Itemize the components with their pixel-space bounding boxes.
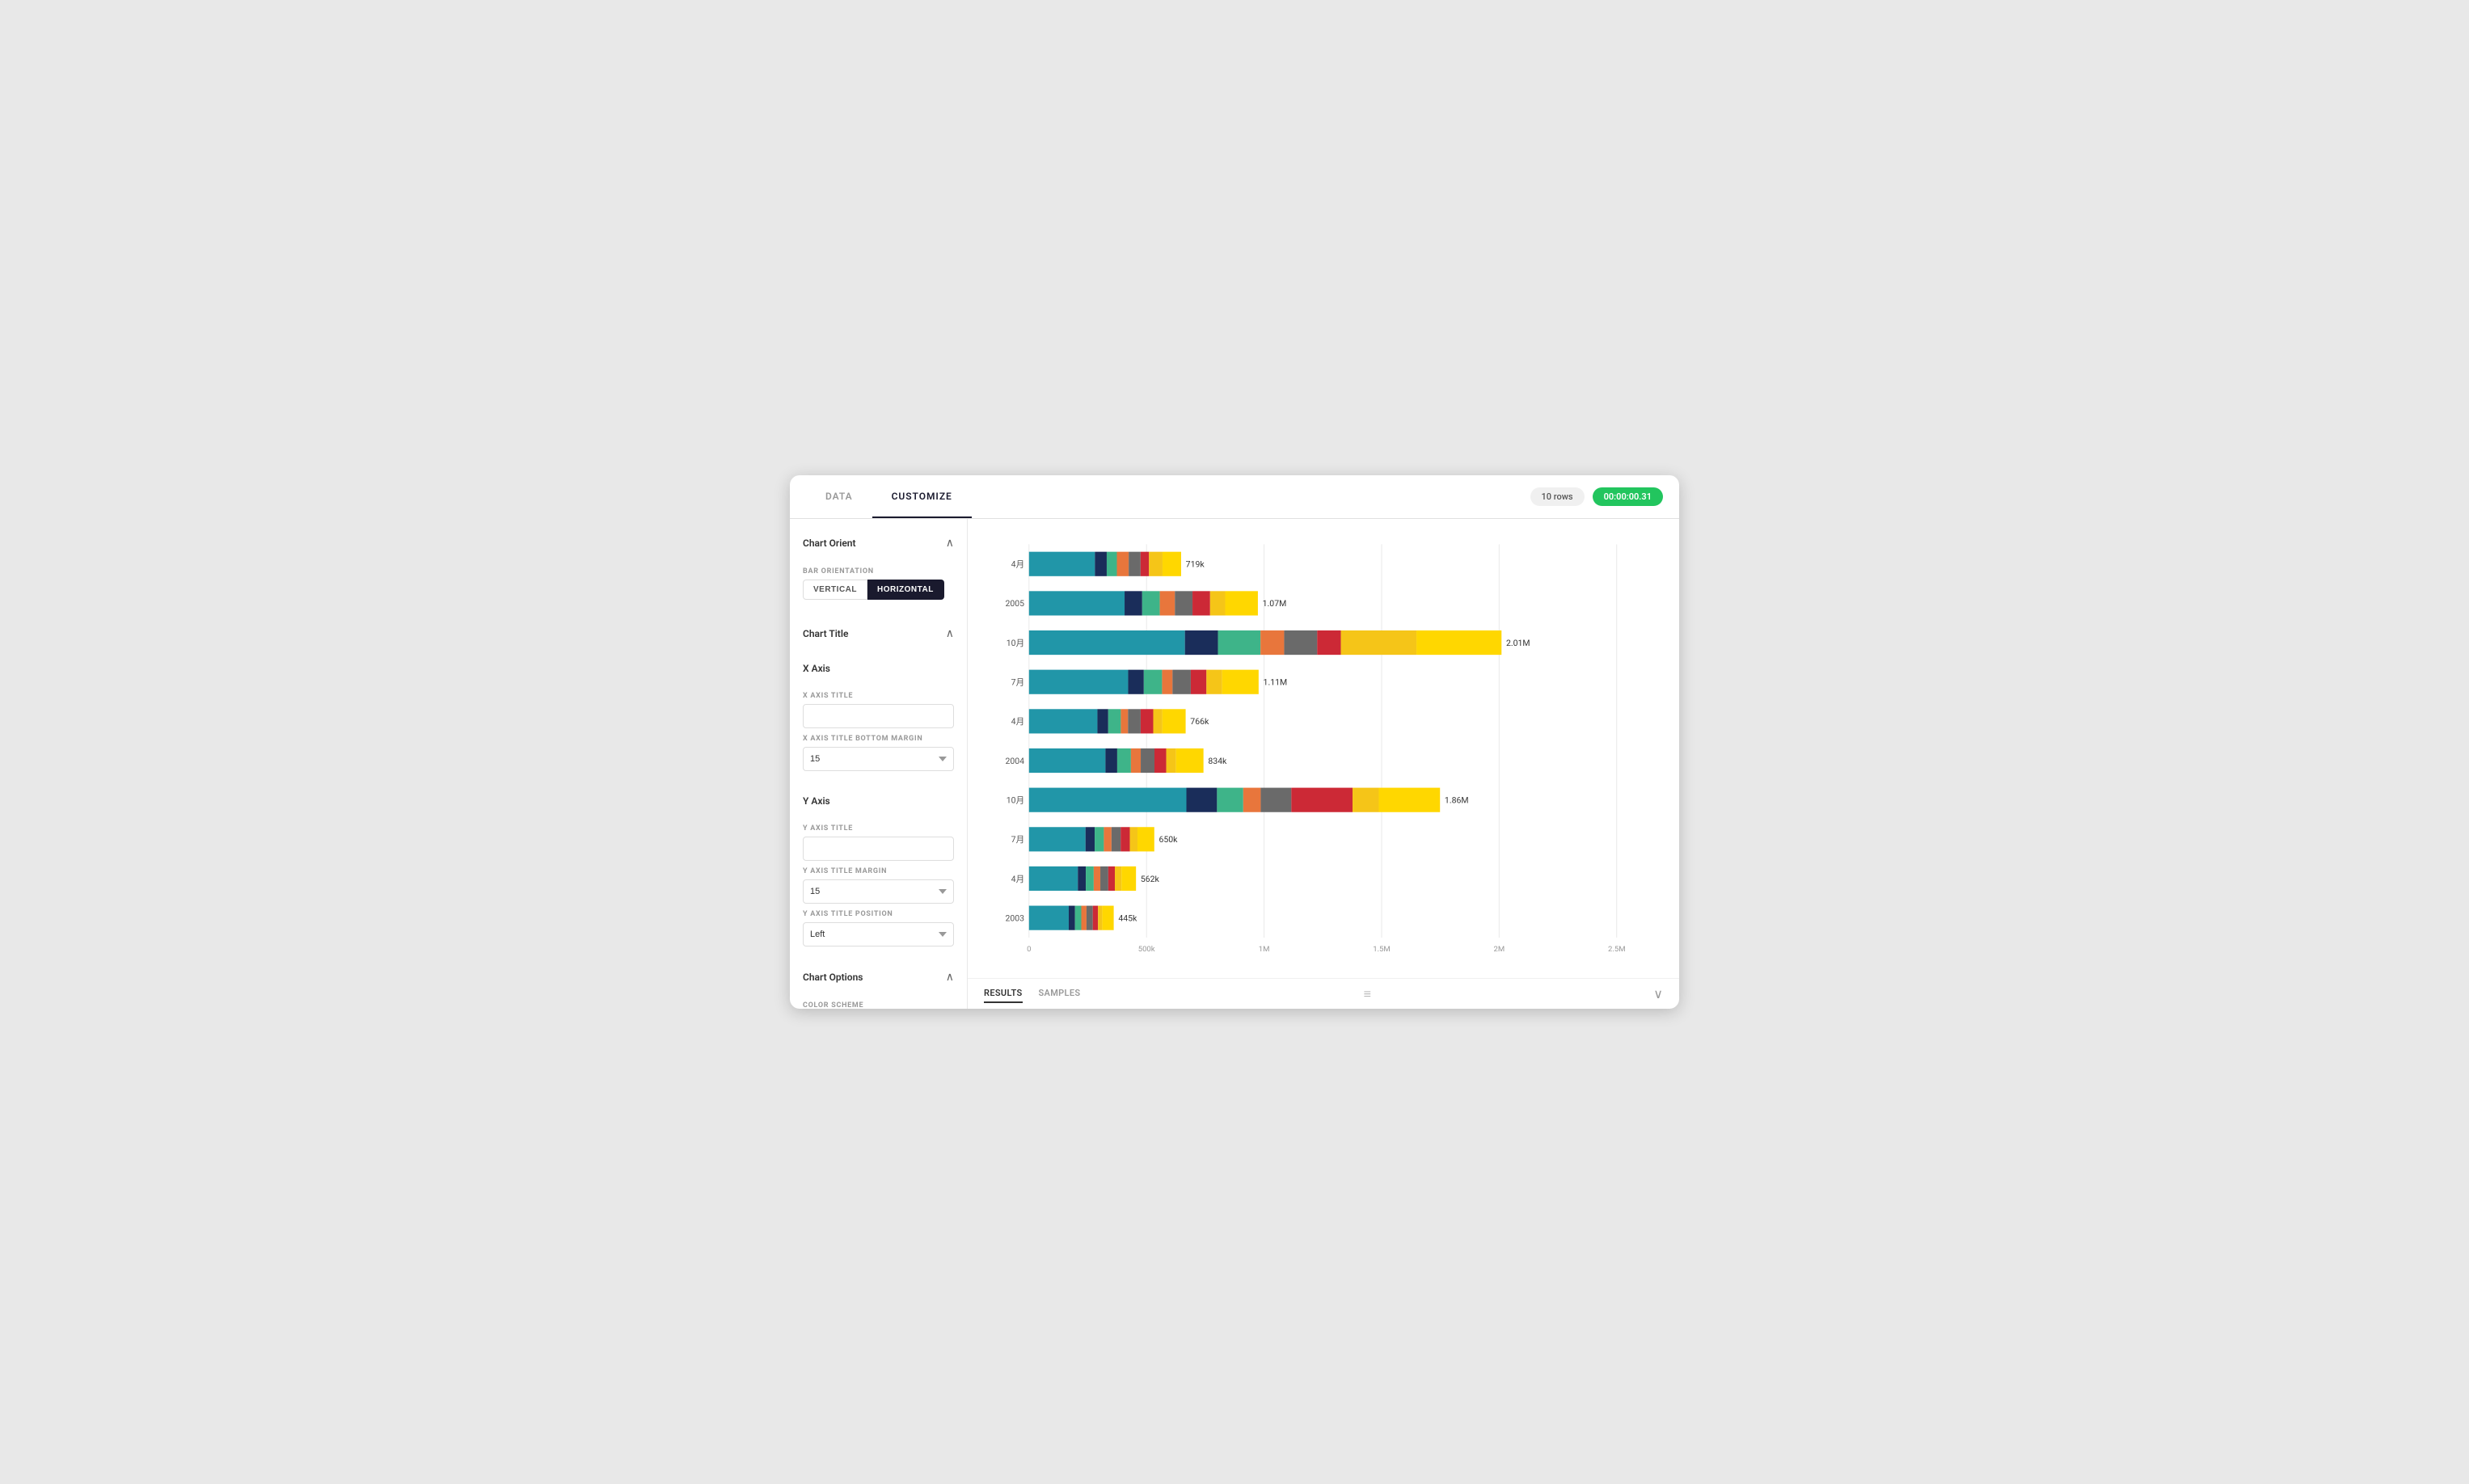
btn-horizontal[interactable]: HORIZONTAL (867, 580, 944, 600)
chevron-chart-orient: ∧ (946, 537, 954, 550)
section-x-axis[interactable]: X Axis (790, 655, 967, 682)
bottom-bar: RESULTS SAMPLES ≡ ∨ (968, 978, 1679, 1009)
svg-text:0: 0 (1027, 945, 1031, 954)
time-badge: 00:00:00.31 (1593, 487, 1663, 506)
sidebar: Chart Orient ∧ BAR ORIENTATION VERTICAL … (790, 519, 968, 1009)
svg-text:4月: 4月 (1011, 874, 1024, 884)
section-y-axis-body: Y AXIS TITLE Y AXIS TITLE MARGIN 15 10 2… (790, 815, 967, 956)
chart-canvas: 0 500k 1M 1.5M 2M 2.5M 719k 4月 1.07M 2005 2.01M 10月… (968, 519, 1679, 978)
svg-text:2003: 2003 (1005, 913, 1024, 923)
main-content: Chart Orient ∧ BAR ORIENTATION VERTICAL … (790, 519, 1679, 1009)
section-chart-options[interactable]: Chart Options ∧ (790, 963, 967, 992)
svg-text:10月: 10月 (1007, 795, 1024, 805)
svg-text:766k: 766k (1190, 716, 1209, 727)
y-axis-title-input[interactable] (803, 837, 954, 861)
svg-text:562k: 562k (1141, 874, 1160, 884)
svg-text:445k: 445k (1118, 913, 1137, 923)
section-chart-title[interactable]: Chart Title ∧ (790, 619, 967, 648)
bottom-tabs: RESULTS SAMPLES (984, 984, 1080, 1003)
svg-text:1.11M: 1.11M (1264, 677, 1288, 688)
section-y-axis[interactable]: Y Axis (790, 787, 967, 815)
chart-area: 0 500k 1M 1.5M 2M 2.5M 719k 4月 1.07M 2005 2.01M 10月… (968, 519, 1679, 1009)
svg-text:2005: 2005 (1005, 598, 1024, 609)
bar-chart-svg: 0 500k 1M 1.5M 2M 2.5M 719k 4月 1.07M 2005 2.01M 10月… (992, 535, 1663, 970)
orientation-btn-group: VERTICAL HORIZONTAL (803, 580, 954, 600)
svg-text:650k: 650k (1159, 834, 1179, 845)
section-chart-options-body: COLOR SCHEME ▾ (790, 992, 967, 1009)
svg-text:2.01M: 2.01M (1506, 638, 1530, 648)
svg-text:1.86M: 1.86M (1445, 795, 1469, 805)
svg-text:2M: 2M (1494, 945, 1505, 954)
app-window: DATA CUSTOMIZE 10 rows 00:00:00.31 Chart… (790, 475, 1679, 1009)
svg-text:4月: 4月 (1011, 559, 1024, 570)
svg-text:7月: 7月 (1011, 677, 1024, 688)
svg-text:1.5M: 1.5M (1373, 945, 1391, 954)
tab-customize[interactable]: CUSTOMIZE (872, 475, 972, 518)
rows-badge: 10 rows (1530, 487, 1585, 506)
svg-text:834k: 834k (1208, 756, 1227, 766)
bottom-tab-results[interactable]: RESULTS (984, 984, 1023, 1003)
svg-text:2.5M: 2.5M (1608, 945, 1626, 954)
svg-text:7月: 7月 (1011, 834, 1024, 845)
x-axis-bottom-margin-select[interactable]: 15 10 20 25 (803, 747, 954, 771)
svg-text:500k: 500k (1138, 945, 1155, 954)
section-x-axis-body: X AXIS TITLE X AXIS TITLE BOTTOM MARGIN … (790, 682, 967, 781)
chevron-chart-options: ∧ (946, 971, 954, 984)
svg-text:4月: 4月 (1011, 716, 1024, 727)
y-axis-title-position-select[interactable]: Left Right Center (803, 922, 954, 946)
section-chart-orient-body: BAR ORIENTATION VERTICAL HORIZONTAL (790, 558, 967, 613)
section-chart-orient[interactable]: Chart Orient ∧ (790, 529, 967, 558)
svg-text:2004: 2004 (1005, 756, 1024, 766)
svg-text:1M: 1M (1259, 945, 1270, 954)
tab-data[interactable]: DATA (806, 475, 872, 518)
btn-vertical[interactable]: VERTICAL (803, 580, 867, 600)
tab-badges: 10 rows 00:00:00.31 (1530, 475, 1663, 518)
svg-text:1.07M: 1.07M (1263, 598, 1287, 609)
drag-handle: ≡ (1364, 986, 1370, 1002)
svg-text:10月: 10月 (1007, 638, 1024, 648)
svg-text:719k: 719k (1186, 559, 1205, 570)
x-axis-title-input[interactable] (803, 704, 954, 728)
tabs-bar: DATA CUSTOMIZE 10 rows 00:00:00.31 (790, 475, 1679, 519)
y-axis-title-margin-select[interactable]: 15 10 20 25 (803, 879, 954, 904)
bottom-chevron: ∨ (1653, 986, 1663, 1001)
chevron-chart-title: ∧ (946, 627, 954, 640)
bottom-tab-samples[interactable]: SAMPLES (1039, 984, 1081, 1003)
